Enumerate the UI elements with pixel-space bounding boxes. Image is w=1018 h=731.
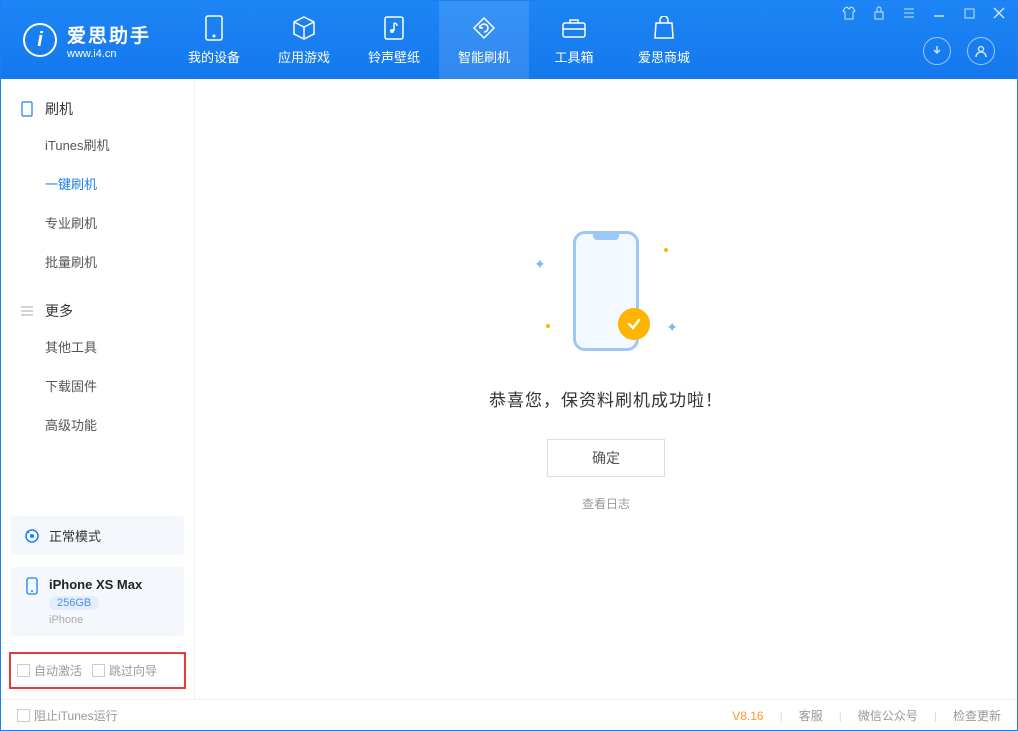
section-title: 更多 [45, 301, 73, 321]
mode-icon [23, 527, 41, 545]
maximize-icon[interactable] [961, 5, 977, 21]
nav-tabs: 我的设备 应用游戏 铃声壁纸 智能刷机 工具箱 爱思商城 [169, 1, 709, 79]
app-url: www.i4.cn [67, 48, 151, 60]
check-badge-icon [618, 308, 650, 340]
lock-icon[interactable] [871, 5, 887, 21]
music-icon [381, 15, 407, 41]
checkbox-label: 自动激活 [34, 662, 82, 679]
download-icon[interactable] [923, 37, 951, 65]
cube-icon [291, 15, 317, 41]
phone-icon [201, 15, 227, 41]
list-icon [19, 303, 35, 319]
checkbox-icon [17, 709, 30, 722]
sidebar-item-batch-flash[interactable]: 批量刷机 [1, 242, 194, 281]
version-label: V8.16 [732, 709, 763, 723]
nav-tab-store[interactable]: 爱思商城 [619, 1, 709, 79]
success-illustration: ✦ ✦ [516, 226, 696, 356]
sidebar-item-oneclick-flash[interactable]: 一键刷机 [1, 164, 194, 203]
nav-label: 应用游戏 [278, 47, 330, 66]
checkbox-label: 阻止iTunes运行 [34, 707, 118, 724]
toolbox-icon [561, 15, 587, 41]
success-message: 恭喜您，保资料刷机成功啦！ [489, 386, 723, 411]
logo-icon: i [23, 23, 57, 57]
confirm-button[interactable]: 确定 [547, 439, 665, 477]
sidebar-item-itunes-flash[interactable]: iTunes刷机 [1, 125, 194, 164]
sidebar-item-download-firmware[interactable]: 下载固件 [1, 366, 194, 405]
skip-guide-checkbox[interactable]: 跳过向导 [92, 662, 157, 679]
auto-activate-checkbox[interactable]: 自动激活 [17, 662, 82, 679]
sidebar-section-flash: 刷机 [1, 93, 194, 125]
nav-tab-device[interactable]: 我的设备 [169, 1, 259, 79]
view-log-link[interactable]: 查看日志 [582, 495, 630, 512]
sidebar-item-advanced[interactable]: 高级功能 [1, 405, 194, 444]
footer-link-update[interactable]: 检查更新 [953, 707, 1001, 724]
sidebar-item-other-tools[interactable]: 其他工具 [1, 327, 194, 366]
nav-tab-tools[interactable]: 工具箱 [529, 1, 619, 79]
sidebar-item-pro-flash[interactable]: 专业刷机 [1, 203, 194, 242]
sparkle-icon: ✦ [666, 319, 678, 336]
main-content: ✦ ✦ 恭喜您，保资料刷机成功啦！ 确定 查看日志 [195, 79, 1017, 699]
refresh-icon [471, 15, 497, 41]
footer-link-support[interactable]: 客服 [799, 707, 823, 724]
section-title: 刷机 [45, 99, 73, 119]
titlebar-controls [841, 5, 1007, 21]
block-itunes-checkbox[interactable]: 阻止iTunes运行 [17, 707, 118, 724]
app-name: 爱思助手 [67, 21, 151, 48]
app-header: i 爱思助手 www.i4.cn 我的设备 应用游戏 铃声壁纸 智能刷机 工具箱 [1, 1, 1017, 79]
header-right [923, 37, 995, 65]
nav-label: 铃声壁纸 [368, 47, 420, 66]
minimize-icon[interactable] [931, 5, 947, 21]
nav-label: 工具箱 [555, 47, 594, 66]
sparkle-icon: ✦ [534, 256, 546, 273]
device-type: iPhone [49, 614, 142, 626]
nav-tab-apps[interactable]: 应用游戏 [259, 1, 349, 79]
shirt-icon[interactable] [841, 5, 857, 21]
device-name: iPhone XS Max [49, 577, 142, 592]
device-icon [19, 101, 35, 117]
device-info-box[interactable]: iPhone XS Max 256GB iPhone [11, 567, 184, 636]
dot-icon [664, 248, 668, 252]
nav-label: 爱思商城 [638, 47, 690, 66]
logo-area: i 爱思助手 www.i4.cn [1, 21, 169, 60]
highlighted-options: 自动激活 跳过向导 [9, 652, 186, 689]
menu-icon[interactable] [901, 5, 917, 21]
nav-tab-flash[interactable]: 智能刷机 [439, 1, 529, 79]
dot-icon [546, 324, 550, 328]
sidebar: 刷机 iTunes刷机 一键刷机 专业刷机 批量刷机 更多 其他工具 下载固件 … [1, 79, 195, 699]
close-icon[interactable] [991, 5, 1007, 21]
user-icon[interactable] [967, 37, 995, 65]
checkbox-label: 跳过向导 [109, 662, 157, 679]
device-storage: 256GB [49, 596, 99, 610]
nav-tab-ringtone[interactable]: 铃声壁纸 [349, 1, 439, 79]
device-mode: 正常模式 [49, 526, 101, 545]
checkbox-icon [17, 664, 30, 677]
checkbox-icon [92, 664, 105, 677]
bag-icon [651, 15, 677, 41]
nav-label: 智能刷机 [458, 47, 510, 66]
footer-link-wechat[interactable]: 微信公众号 [858, 707, 918, 724]
nav-label: 我的设备 [188, 47, 240, 66]
device-mode-box[interactable]: 正常模式 [11, 516, 184, 555]
sidebar-section-more: 更多 [1, 295, 194, 327]
footer: 阻止iTunes运行 V8.16 | 客服 | 微信公众号 | 检查更新 [1, 699, 1017, 731]
phone-small-icon [23, 577, 41, 595]
